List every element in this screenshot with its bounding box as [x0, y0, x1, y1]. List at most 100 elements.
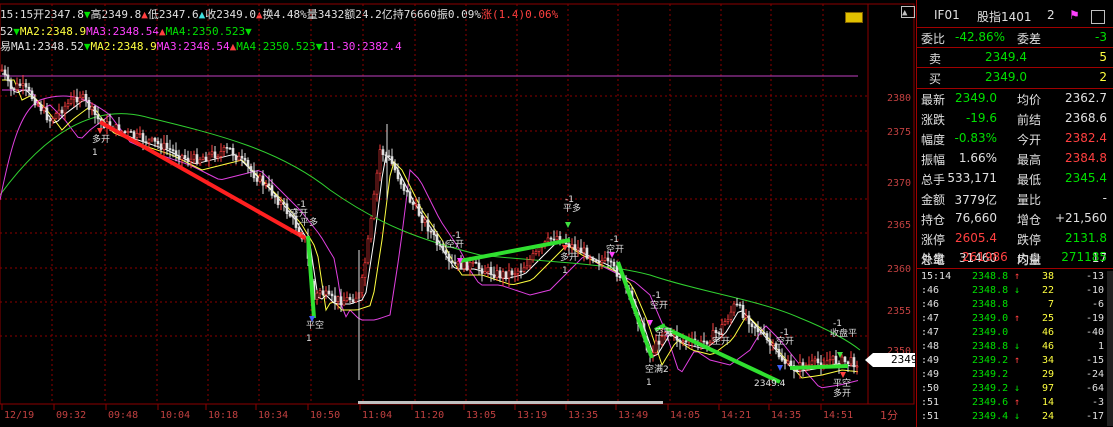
neipan-value: 271185: [1061, 250, 1107, 264]
tick-price: 2349.2: [972, 369, 1009, 380]
candle-body: [612, 261, 616, 267]
candle-body: [741, 304, 745, 318]
x-tick-label: 13:35: [568, 410, 598, 421]
tick-row: :51 2349.4 ↓ 24 -17: [917, 411, 1113, 424]
candle-body: [519, 270, 523, 273]
waipan-label: 外盘: [921, 252, 946, 266]
candle-body: [498, 270, 502, 279]
candle-body: [492, 274, 496, 278]
candle-body: [600, 260, 604, 263]
x-tick-label: 10:34: [258, 410, 288, 421]
candle-body: [552, 238, 556, 241]
stat-label-2: 最低: [1017, 173, 1042, 187]
stat-value-2: 2384.8: [1065, 151, 1107, 165]
tick-row: :47 2349.0 46 -40: [917, 327, 1113, 340]
candle-body: [786, 360, 790, 364]
tick-delta: 1: [1097, 341, 1104, 352]
stat-row: 金额 3779亿 量比 -: [917, 189, 1107, 208]
candle-body: [597, 260, 601, 263]
stat-value: 2605.4: [955, 231, 997, 245]
candle-body: [201, 156, 205, 160]
x-tick-label: 11:04: [362, 410, 392, 421]
candle-body: [0, 69, 4, 72]
tick-row: :49 2349.2 29 -24: [917, 369, 1113, 382]
tick-time: :47: [921, 313, 940, 324]
candle-body: [240, 155, 244, 159]
candle-body: [207, 153, 211, 161]
panel-menu-icon[interactable]: ⚑: [1069, 8, 1080, 22]
y-tick-label: 2375: [887, 127, 911, 138]
candle-body: [759, 331, 763, 334]
candle-body: [429, 230, 433, 233]
x-tick-label: 13:05: [466, 410, 496, 421]
tick-time: :46: [921, 299, 940, 310]
candle-body: [354, 297, 358, 303]
tick-list[interactable]: 15:14 2348.8 ↑ 38 -13:46 2348.8 ↓ 22 -10…: [917, 271, 1113, 427]
panel-close-icon[interactable]: [1091, 10, 1105, 24]
candle-body: [210, 151, 214, 155]
weibi-row: 委比 -42.86% 委差 -3: [917, 28, 1107, 47]
tick-arrow-icon: ↓: [1014, 411, 1021, 422]
tick-volume: 22: [1041, 285, 1054, 296]
candle-body: [195, 154, 199, 164]
candle-body: [573, 244, 577, 251]
candle-body: [369, 218, 373, 240]
candle-body: [93, 105, 97, 115]
signal-label: 2349.4: [754, 379, 786, 389]
tick-arrow-icon: ↓: [1014, 341, 1021, 352]
period-button[interactable]: 1分: [880, 407, 898, 423]
candle-body: [147, 139, 151, 143]
candle-body: [261, 175, 265, 186]
signal-label: 平空: [306, 319, 324, 331]
candle-body: [393, 163, 397, 171]
lock-icon[interactable]: [845, 12, 863, 23]
candle-body: [531, 253, 535, 260]
panel-scrollbar[interactable]: [1107, 271, 1113, 426]
tick-time: :50: [921, 383, 940, 394]
candle-body: [771, 343, 775, 346]
candle-body: [435, 234, 439, 246]
chart-scroll-thumb[interactable]: [358, 401, 663, 404]
weicha-value: -3: [1095, 30, 1107, 44]
signal-label: 空开: [606, 243, 624, 255]
candle-body: [159, 143, 163, 150]
signal-arrow-icon: [840, 372, 846, 378]
candle-body: [174, 150, 178, 157]
candle-body: [768, 339, 772, 346]
candle-body: [576, 247, 580, 251]
candle-body: [501, 271, 505, 279]
x-tick-label: 10:04: [160, 410, 190, 421]
tick-price: 2348.8: [972, 285, 1009, 296]
tick-delta: -40: [1085, 327, 1104, 338]
stat-value: 1.66%: [958, 151, 997, 165]
panel-title-row: IF01 股指1401 2 ⚑: [917, 6, 1107, 25]
candle-body: [678, 339, 682, 343]
tick-price: 2349.0: [972, 327, 1009, 338]
candle-body: [726, 319, 730, 322]
neipan-label: 内盘: [1017, 252, 1042, 266]
tick-volume: 34: [1041, 355, 1054, 366]
signal-line-red-trend: [99, 120, 306, 240]
tick-volume: 24: [1041, 411, 1054, 422]
candle-body: [216, 156, 220, 159]
tick-volume: 46: [1041, 341, 1054, 352]
candle-body: [213, 151, 217, 159]
candlestick-chart[interactable]: 多开1-1空开平多平空1-1空开-1平多多开1-1空开-1空开空开空满21-1空…: [0, 0, 915, 427]
candle-body: [546, 237, 550, 243]
stat-label-2: 量比: [1017, 193, 1042, 207]
y-tick-label: 2370: [887, 178, 911, 189]
candle-body: [264, 183, 268, 186]
tick-time: :48: [921, 341, 940, 352]
candle-body: [750, 323, 754, 327]
candle-body: [276, 196, 280, 205]
candle-body: [315, 292, 319, 300]
candle-body: [162, 142, 166, 150]
tick-delta: -24: [1085, 369, 1104, 380]
candle-body: [504, 271, 508, 279]
tick-delta: -13: [1085, 271, 1104, 282]
candle-body: [582, 247, 586, 253]
scroll-up-icon[interactable]: ▲: [902, 8, 907, 18]
tick-row: :50 2349.2 ↓ 97 -64: [917, 383, 1113, 396]
candle-body: [219, 151, 223, 157]
candle-body: [189, 158, 193, 162]
